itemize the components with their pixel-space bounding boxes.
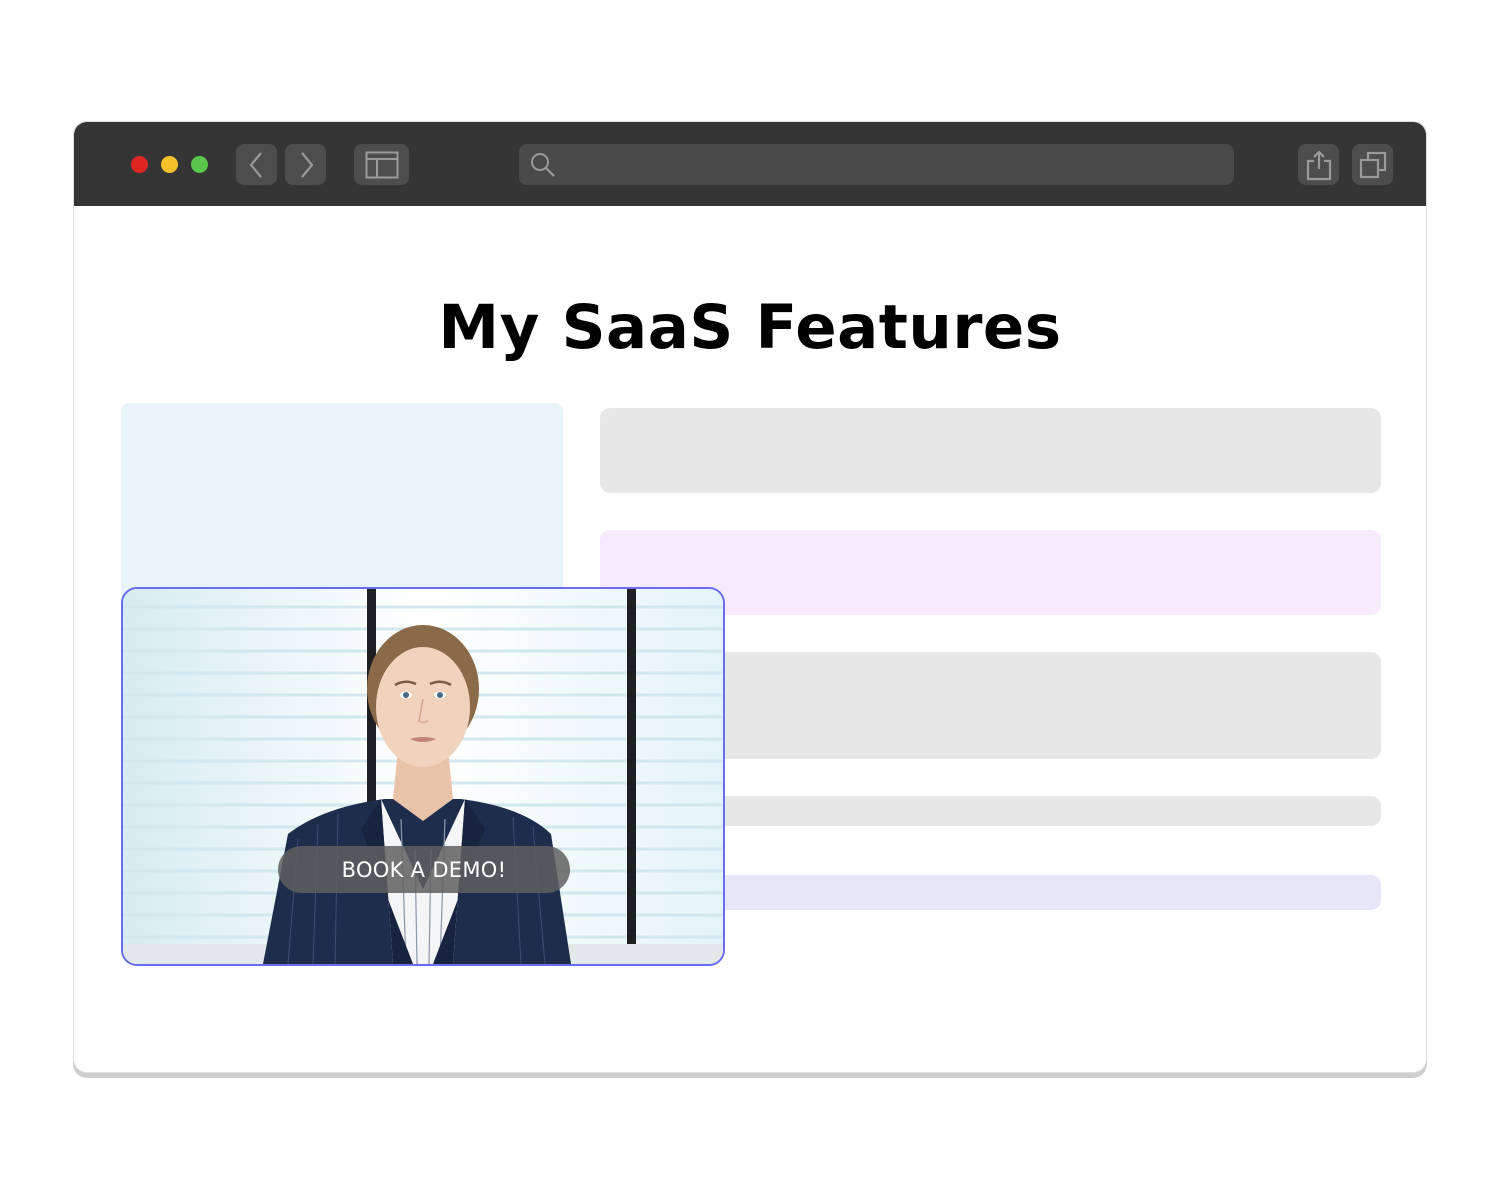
sidebar-toggle-button[interactable]: [354, 144, 409, 185]
address-bar[interactable]: [519, 144, 1234, 185]
search-icon: [531, 153, 555, 177]
back-button[interactable]: [236, 144, 277, 185]
tabs-icon: [1359, 151, 1386, 178]
close-window-button[interactable]: [131, 156, 148, 173]
browser-toolbar: [74, 122, 1426, 206]
tabs-button[interactable]: [1352, 144, 1393, 185]
share-button[interactable]: [1298, 144, 1339, 185]
minimize-window-button[interactable]: [161, 156, 178, 173]
sidebar-icon: [365, 151, 398, 178]
page-title: My SaaS Features: [438, 292, 1062, 363]
video-widget[interactable]: BOOK A DEMO!: [121, 587, 725, 966]
chevron-left-icon: [249, 151, 262, 178]
forward-button[interactable]: [285, 144, 326, 185]
book-demo-button[interactable]: BOOK A DEMO!: [278, 846, 570, 893]
presenter-video-frame: [123, 589, 723, 964]
content-placeholder-bar: [600, 408, 1381, 493]
share-icon: [1306, 149, 1331, 180]
chevron-right-icon: [300, 151, 313, 178]
maximize-window-button[interactable]: [191, 156, 208, 173]
page-content: My SaaS Features BOOK A DEMO!: [74, 206, 1426, 1072]
browser-window: My SaaS Features BOOK A DEMO!: [73, 121, 1427, 1073]
